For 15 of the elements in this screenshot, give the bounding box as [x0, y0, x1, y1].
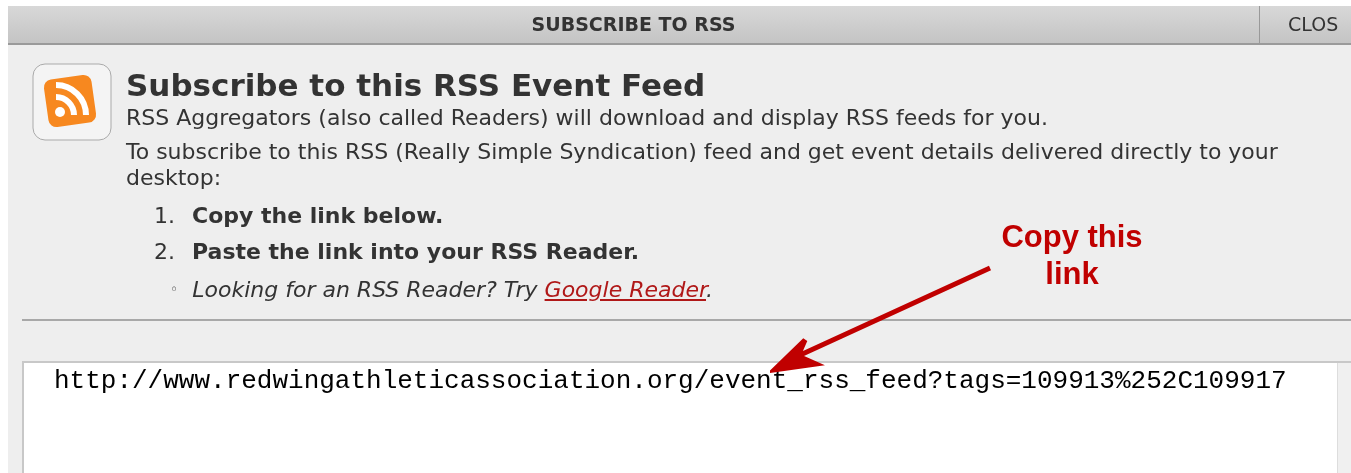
- rss-feed-icon: [32, 63, 112, 141]
- step-number: 1.: [154, 201, 176, 230]
- scrollbar[interactable]: [1337, 363, 1351, 473]
- step-text: Copy the link below.: [192, 201, 444, 230]
- tip-text: Looking for an RSS Reader? Try Google Reader.: [192, 275, 713, 304]
- step-text: Paste the link into your RSS Reader.: [192, 237, 640, 266]
- google-reader-link[interactable]: Google Reader: [544, 276, 706, 302]
- close-button[interactable]: CLOS: [1259, 6, 1351, 43]
- dialog-title: SUBSCRIBE TO RSS: [531, 12, 736, 38]
- dialog-heading: Subscribe to this RSS Event Feed: [126, 66, 707, 105]
- intro-text: RSS Aggregators (also called Readers) will download and display RSS feeds for you.: [126, 105, 1049, 131]
- annotation-text: Copy this link: [1000, 218, 1144, 292]
- bullet-mark: ◦: [170, 279, 179, 299]
- instructions-text: To subscribe to this RSS (Really Simple Syndication) feed and get event details delivered directly to your desktop:: [126, 139, 1279, 191]
- step-number: 2.: [154, 237, 176, 266]
